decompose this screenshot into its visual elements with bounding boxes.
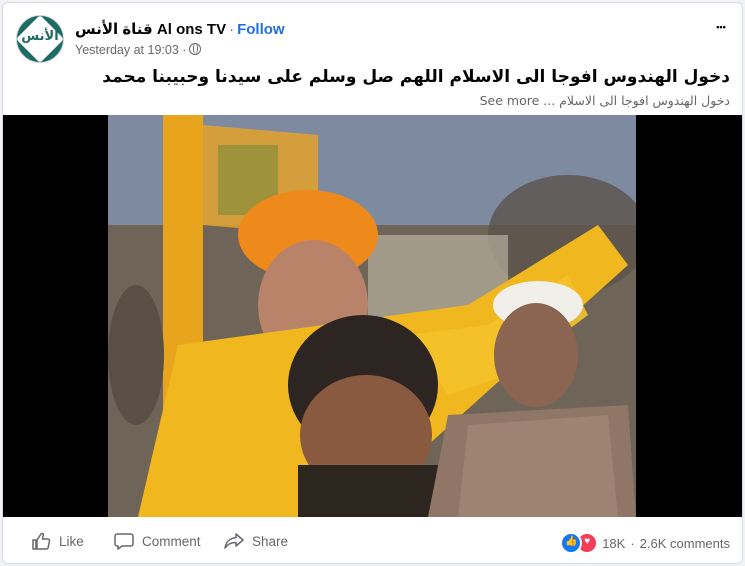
video-frame[interactable] [108,115,636,517]
see-more-link[interactable]: See more [480,93,540,108]
subcaption-text: دخول الهندوس افوجا الى الاسلام ... [543,93,730,108]
follow-button[interactable]: Follow [237,21,285,38]
post-header: الأنس قناة الأنس Al ons TV · Follow Yester… [3,3,742,63]
comment-label: Comment [142,533,201,549]
comment-button[interactable]: Comment [114,532,201,550]
share-icon [224,533,244,549]
avatar-logo-text: الأنس [21,29,59,44]
video-player[interactable] [3,115,742,517]
page-avatar[interactable]: الأنس [16,15,64,63]
like-button[interactable]: Like [31,532,84,550]
post-timestamp[interactable]: Yesterday at 19:03 · [75,43,186,57]
post-timestamp-line: Yesterday at 19:03 · [75,43,202,57]
comment-icon [114,533,134,550]
reactions-count[interactable]: 18K [602,536,625,551]
like-icon [32,532,51,550]
more-options-button[interactable]: ••• [710,17,732,39]
share-label: Share [252,533,289,549]
post-card: الأنس قناة الأنس Al ons TV · Follow Yester… [2,2,743,564]
post-actions-bar: Like Comment Share 👍 ♥ 18K · 2.6K commen… [3,518,742,563]
more-icon: ••• [716,22,726,32]
share-button[interactable]: Share [224,532,288,550]
like-label: Like [59,533,84,549]
post-caption: دخول الهندوس افوجا الى الاسلام اللهم صل … [102,67,730,87]
globe-icon [189,43,202,55]
comments-count[interactable]: 2.6K comments [640,536,730,551]
post-subcaption: دخول الهندوس افوجا الى الاسلام ... See m… [480,93,730,108]
video-frame-image [108,115,636,517]
page-name-line: قناة الأنس Al ons TV · Follow [75,20,285,38]
separator-dot: · [229,21,235,38]
reactions-summary: 👍 ♥ 18K · 2.6K comments [560,532,730,554]
page-name-link[interactable]: قناة الأنس Al ons TV [75,21,226,38]
stats-separator: · [630,535,635,551]
